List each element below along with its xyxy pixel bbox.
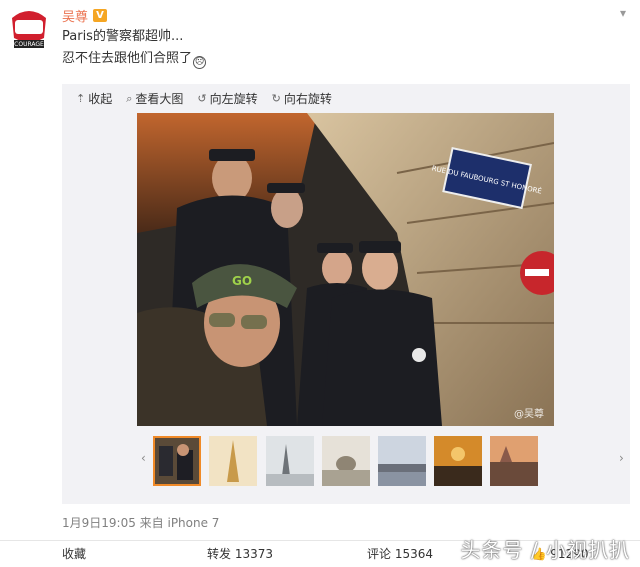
thumbnail-6[interactable] xyxy=(434,436,482,486)
photo-watermark: @吴尊 xyxy=(514,409,544,420)
rotate-left-icon: ↺ xyxy=(197,92,207,105)
sad-emoji-icon: ☹ xyxy=(193,56,207,69)
thumbnail-2[interactable] xyxy=(209,436,257,486)
repost-button[interactable]: 转发 13373 xyxy=(160,541,320,567)
search-icon: ⌕ xyxy=(126,91,133,105)
thumbnail-1[interactable] xyxy=(153,436,201,486)
avatar-image: COURAGE xyxy=(5,5,53,53)
view-large-label: 查看大图 xyxy=(135,92,184,106)
post-text-line1: Paris的警察都超帅... xyxy=(62,29,184,44)
media-toolbar: ⇡ 收起 ⌕ 查看大图 ↺ 向左旋转 ↻ 向右旋转 xyxy=(76,90,346,107)
avatar[interactable]: COURAGE xyxy=(4,4,54,54)
post-text-line2: 忍不住去跟他们合照了 xyxy=(62,51,193,66)
rotate-right-icon: ↻ xyxy=(271,92,281,105)
view-large-button[interactable]: ⌕ 查看大图 xyxy=(126,90,183,107)
rotate-left-button[interactable]: ↺ 向左旋转 xyxy=(197,90,257,107)
rotate-right-label: 向右旋转 xyxy=(283,92,332,106)
arrow-up-icon: ⇡ xyxy=(76,92,86,105)
post-meta: 1月9日19:05 来自 iPhone 7 xyxy=(62,516,220,530)
thumbnail-4[interactable] xyxy=(322,436,370,486)
post-text: Paris的警察都超帅... 忍不住去跟他们合照了 ☹ xyxy=(62,26,207,70)
thumbnail-7[interactable] xyxy=(490,436,538,486)
main-photo[interactable]: RUE DU FAUBOURG ST HONORÉ GO @吴尊 xyxy=(137,113,554,426)
chevron-right-icon[interactable]: › xyxy=(619,451,624,465)
rotate-left-label: 向左旋转 xyxy=(209,92,258,106)
thumbnail-strip: ‹ › xyxy=(137,436,624,488)
chevron-left-icon[interactable]: ‹ xyxy=(141,451,146,465)
vip-badge: V xyxy=(93,9,108,22)
thumbnail-3[interactable] xyxy=(266,436,314,486)
thumbnail-5[interactable] xyxy=(378,436,426,486)
rotate-right-button[interactable]: ↻ 向右旋转 xyxy=(272,90,332,107)
overlay-watermark-logo: 头条号 / 小视扒扒 xyxy=(460,538,630,562)
collapse-button[interactable]: ⇡ 收起 xyxy=(76,90,112,107)
comment-button[interactable]: 评论 15364 xyxy=(320,541,480,567)
avatar-text: COURAGE xyxy=(14,41,44,48)
cap-text: GO xyxy=(232,274,252,288)
media-panel: ⇡ 收起 ⌕ 查看大图 ↺ 向左旋转 ↻ 向右旋转 RUE DU FAUBOUR… xyxy=(62,84,630,504)
collapse-label: 收起 xyxy=(88,92,113,106)
police-selfie-image: RUE DU FAUBOURG ST HONORÉ GO xyxy=(137,113,554,426)
username[interactable]: 吴尊 xyxy=(62,6,88,25)
favorite-button[interactable]: 收藏 xyxy=(0,541,160,567)
chevron-down-icon[interactable]: ▾ xyxy=(620,6,626,20)
